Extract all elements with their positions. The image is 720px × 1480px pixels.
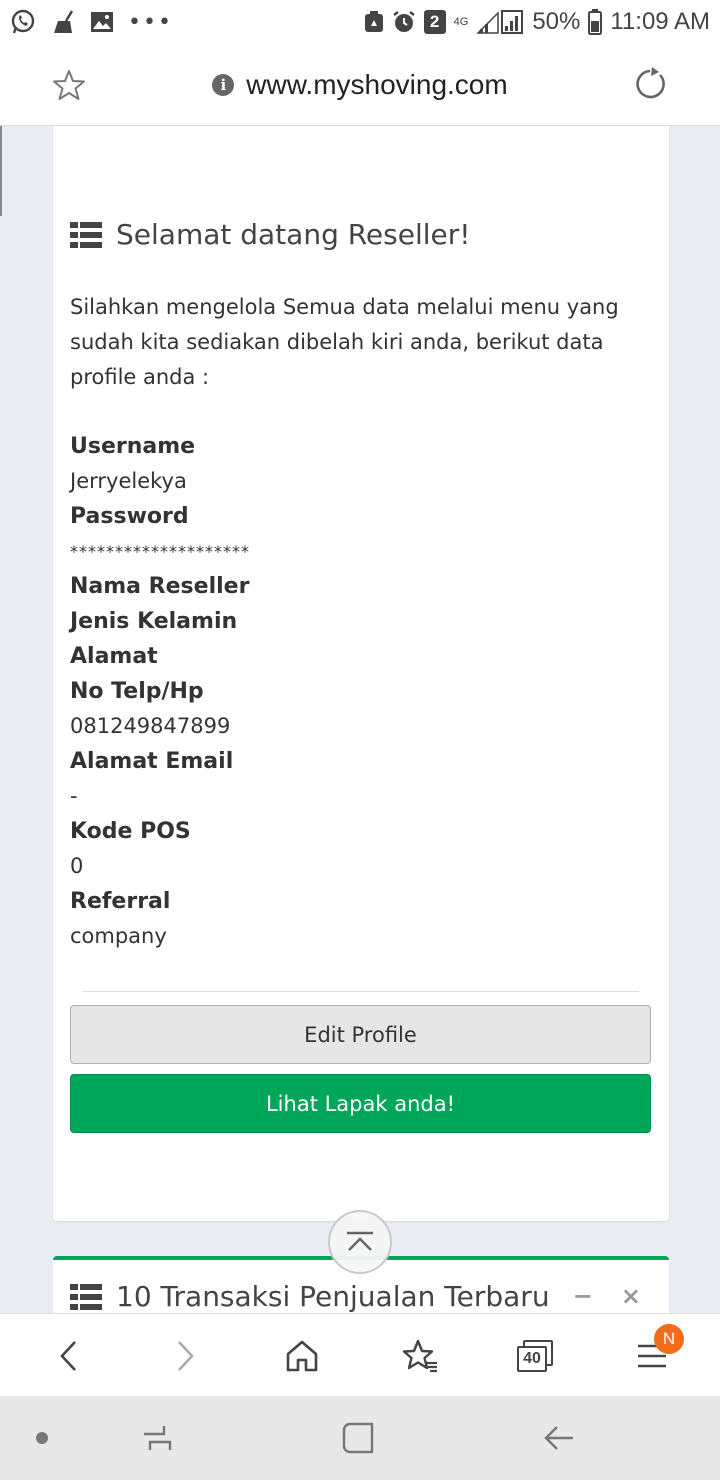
recent-apps-button[interactable] <box>117 1396 197 1480</box>
username-label: Username <box>70 434 196 459</box>
home-button[interactable] <box>262 1314 342 1397</box>
scroll-top-icon <box>347 1231 373 1251</box>
password-value: ******************** <box>70 542 250 561</box>
recent-apps-icon <box>144 1426 172 1450</box>
back-button[interactable] <box>29 1314 109 1397</box>
chevron-left-icon <box>60 1340 76 1371</box>
profile-card: Selamat datang Reseller! Silahkan mengel… <box>53 126 669 1221</box>
image-icon <box>90 11 114 33</box>
close-button[interactable]: × <box>621 1282 641 1310</box>
home-icon <box>286 1340 318 1371</box>
divider <box>83 991 639 992</box>
battery-percent: 50% <box>532 8 581 35</box>
alarm-icon <box>392 10 416 34</box>
no-telp-label: No Telp/Hp <box>70 679 204 704</box>
kode-pos-value: 0 <box>70 854 84 878</box>
list-icon <box>70 221 102 248</box>
kode-pos-label: Kode POS <box>70 819 191 844</box>
back-arrow-icon <box>544 1426 573 1450</box>
username-value: Jerryelekya <box>70 469 187 493</box>
home-square-icon <box>342 1422 374 1454</box>
reload-icon[interactable] <box>632 66 668 106</box>
signal-icon <box>476 9 524 35</box>
bookmark-star-icon[interactable] <box>52 68 86 106</box>
back-nav-button[interactable] <box>519 1396 599 1480</box>
bookmark-list-icon <box>402 1339 437 1372</box>
home-nav-button[interactable] <box>318 1396 398 1480</box>
tabs-button[interactable]: 40 <box>495 1314 575 1397</box>
list-icon <box>70 1283 102 1310</box>
profile-fields: Username Jerryelekya Password **********… <box>70 429 630 954</box>
forward-button[interactable] <box>145 1314 225 1397</box>
jenis-kelamin-label: Jenis Kelamin <box>70 609 238 634</box>
browser-bottom-toolbar: 40 N <box>0 1313 720 1396</box>
network-type-label: 4G <box>453 15 469 28</box>
alamat-label: Alamat <box>70 644 158 669</box>
scroll-to-top-button[interactable] <box>328 1210 392 1274</box>
clock-time: 11:09 AM <box>610 8 710 35</box>
scroll-edge-indicator <box>0 126 2 216</box>
chevron-right-icon <box>178 1340 194 1371</box>
alamat-email-label: Alamat Email <box>70 749 234 774</box>
status-bar: ••• 2 4G 50% 11:09 AM <box>0 0 720 44</box>
android-nav-bar <box>0 1396 720 1480</box>
tab-count: 40 <box>517 1345 547 1372</box>
profile-card-header: Selamat datang Reseller! <box>70 218 471 251</box>
nav-dot-indicator <box>2 1396 82 1480</box>
whatsapp-icon <box>10 9 36 35</box>
transactions-card-title: 10 Transaksi Penjualan Terbaru <box>116 1280 550 1313</box>
menu-badge: N <box>654 1324 684 1354</box>
profile-card-title: Selamat datang Reseller! <box>116 218 471 251</box>
bookmarks-button[interactable] <box>380 1314 460 1397</box>
nama-reseller-label: Nama Reseller <box>70 574 250 599</box>
edit-profile-button[interactable]: Edit Profile <box>70 1005 651 1064</box>
site-info-icon[interactable]: i <box>212 73 235 96</box>
tabs-icon: 40 <box>517 1339 553 1372</box>
transactions-card-header: 10 Transaksi Penjualan Terbaru <box>70 1280 550 1313</box>
minimize-button[interactable]: − <box>573 1282 593 1310</box>
browser-url-bar: i www.myshoving.com <box>0 44 720 126</box>
battery-saver-icon <box>364 11 384 33</box>
no-telp-value: 081249847899 <box>70 714 231 738</box>
battery-icon <box>588 9 603 35</box>
alamat-email-value: - <box>70 784 78 808</box>
more-icon: ••• <box>128 9 173 35</box>
password-label: Password <box>70 504 189 529</box>
intro-text: Silahkan mengelola Semua data melalui me… <box>70 295 619 389</box>
notification-count-badge: 2 <box>423 10 446 34</box>
lihat-lapak-button[interactable]: Lihat Lapak anda! <box>70 1074 651 1133</box>
referral-label: Referral <box>70 889 171 914</box>
menu-button[interactable]: N <box>612 1314 692 1397</box>
referral-value: company <box>70 924 167 948</box>
cleaner-icon <box>50 9 76 35</box>
url-text[interactable]: www.myshoving.com <box>246 69 507 101</box>
